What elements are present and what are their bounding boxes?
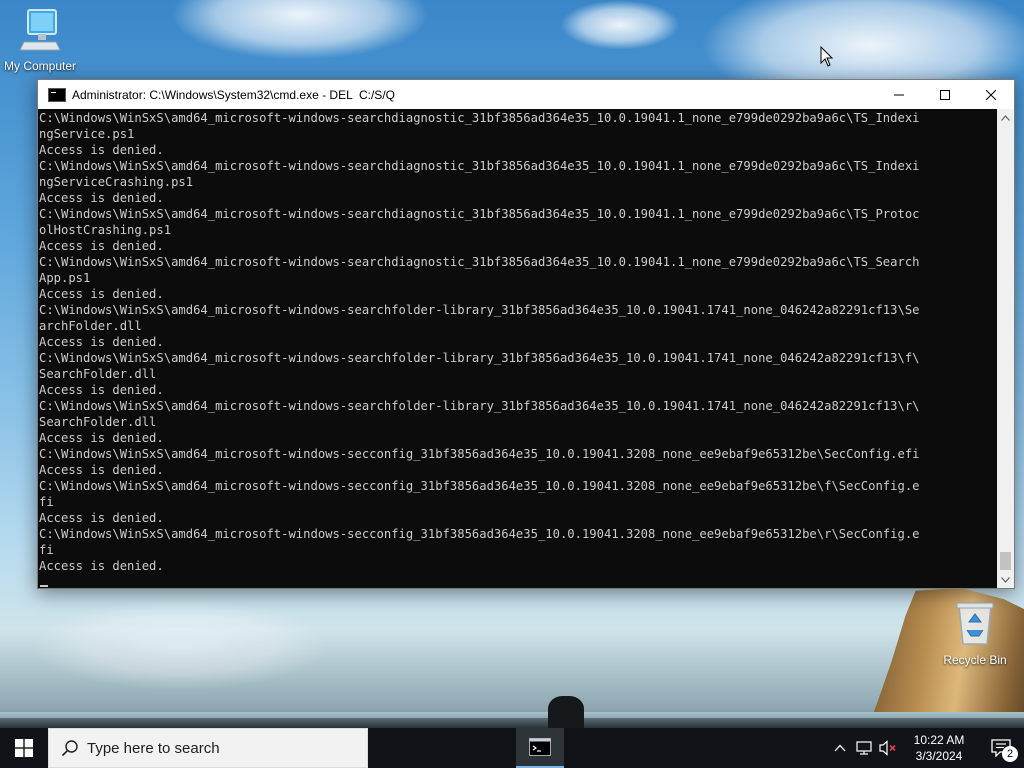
cmd-app-icon[interactable]: [48, 87, 66, 102]
notification-count-badge: 2: [1002, 746, 1018, 762]
clock-time: 10:22 AM: [913, 733, 965, 747]
close-button[interactable]: [968, 80, 1014, 109]
network-button[interactable]: [852, 728, 876, 768]
console-line: fi: [39, 495, 54, 509]
console-line: Access is denied.: [39, 559, 164, 573]
minimize-button[interactable]: [876, 80, 922, 109]
chevron-down-icon: [1001, 576, 1010, 583]
recycle-bin-icon: [956, 602, 994, 645]
volume-button[interactable]: [876, 728, 900, 768]
close-icon: [986, 89, 996, 100]
console-line: C:\Windows\WinSxS\amd64_microsoft-window…: [39, 111, 920, 125]
mouse-pointer-icon: [820, 46, 834, 67]
scrollbar-thumb[interactable]: [1000, 552, 1011, 570]
show-hidden-icons-button[interactable]: [828, 728, 852, 768]
beach: [0, 718, 1024, 728]
cloud: [30, 600, 330, 690]
console-line: Access is denied.: [39, 335, 164, 349]
window-titlebar[interactable]: Administrator: C:\Windows\System32\cmd.e…: [38, 80, 1014, 109]
minimize-icon: [894, 94, 904, 95]
console-line: fi: [39, 543, 54, 557]
chevron-up-icon: [1001, 114, 1010, 121]
volume-muted-icon: [879, 740, 896, 756]
taskbar-clock[interactable]: 10:22 AM 3/3/2024: [900, 732, 978, 764]
maximize-button[interactable]: [922, 80, 968, 109]
console-line: Access is denied.: [39, 511, 164, 525]
cloud: [560, 0, 680, 50]
cmd-app-icon: [529, 738, 551, 756]
search-icon: [61, 740, 78, 757]
person-silhouette: [548, 696, 584, 728]
console-line: C:\Windows\WinSxS\amd64_microsoft-window…: [39, 303, 920, 317]
console-line: C:\Windows\WinSxS\amd64_microsoft-window…: [39, 255, 920, 269]
system-tray: 10:22 AM 3/3/2024 2: [828, 728, 1024, 768]
maximize-icon: [940, 89, 950, 100]
console-line: Access is denied.: [39, 191, 164, 205]
console-line: C:\Windows\WinSxS\amd64_microsoft-window…: [39, 527, 920, 541]
console-line: Access is denied.: [39, 383, 164, 397]
clock-date: 3/3/2024: [915, 749, 963, 763]
console-line: C:\Windows\WinSxS\amd64_microsoft-window…: [39, 351, 920, 365]
console-line: ngServiceCrashing.ps1: [39, 175, 194, 189]
desktop-icon-recycle-bin[interactable]: Recycle Bin: [935, 600, 1015, 667]
text-cursor: [40, 585, 48, 587]
vertical-scrollbar[interactable]: [997, 109, 1014, 588]
console-output[interactable]: C:\Windows\WinSxS\amd64_microsoft-window…: [38, 109, 997, 588]
search-placeholder: Type here to search: [87, 739, 220, 757]
console-line: C:\Windows\WinSxS\amd64_microsoft-window…: [39, 159, 920, 173]
console-line: Access is denied.: [39, 287, 164, 301]
cloud: [170, 0, 430, 60]
console-line: archFolder.dll: [39, 319, 142, 333]
console-line: Access is denied.: [39, 239, 164, 253]
start-button[interactable]: [0, 728, 48, 768]
taskbar-search-box[interactable]: Type here to search: [48, 728, 368, 768]
console-line: C:\Windows\WinSxS\amd64_microsoft-window…: [39, 479, 920, 493]
windows-logo-icon: [15, 739, 33, 757]
console-line: C:\Windows\WinSxS\amd64_microsoft-window…: [39, 447, 920, 461]
desktop-icon-my-computer[interactable]: My Computer: [0, 8, 80, 73]
console-line: SearchFolder.dll: [39, 415, 157, 429]
console-line: SearchFolder.dll: [39, 367, 157, 381]
window-controls: [876, 80, 1014, 109]
desktop-icon-label: My Computer: [3, 59, 77, 73]
computer-icon: [19, 9, 61, 51]
cmd-window[interactable]: Administrator: C:\Windows\System32\cmd.e…: [37, 79, 1015, 589]
chevron-up-icon: [834, 744, 846, 752]
network-icon: [856, 741, 872, 755]
desktop-icon-label: Recycle Bin: [943, 653, 1007, 667]
scroll-down-button[interactable]: [997, 571, 1014, 588]
console-line: ngService.ps1: [39, 127, 135, 141]
console-line: C:\Windows\WinSxS\amd64_microsoft-window…: [39, 207, 920, 221]
window-title: Administrator: C:\Windows\System32\cmd.e…: [72, 87, 395, 102]
taskbar: Type here to search 10:22 AM 3/3/2024 2: [0, 728, 1024, 768]
console-line: Access is denied.: [39, 143, 164, 157]
scroll-up-button[interactable]: [997, 109, 1014, 126]
console-line: Access is denied.: [39, 463, 164, 477]
console-line: App.ps1: [39, 271, 91, 285]
console-line: C:\Windows\WinSxS\amd64_microsoft-window…: [39, 399, 920, 413]
taskbar-app-cmd[interactable]: [516, 728, 564, 768]
console-line: olHostCrashing.ps1: [39, 223, 172, 237]
console-line: Access is denied.: [39, 431, 164, 445]
action-center-button[interactable]: 2: [978, 728, 1024, 768]
